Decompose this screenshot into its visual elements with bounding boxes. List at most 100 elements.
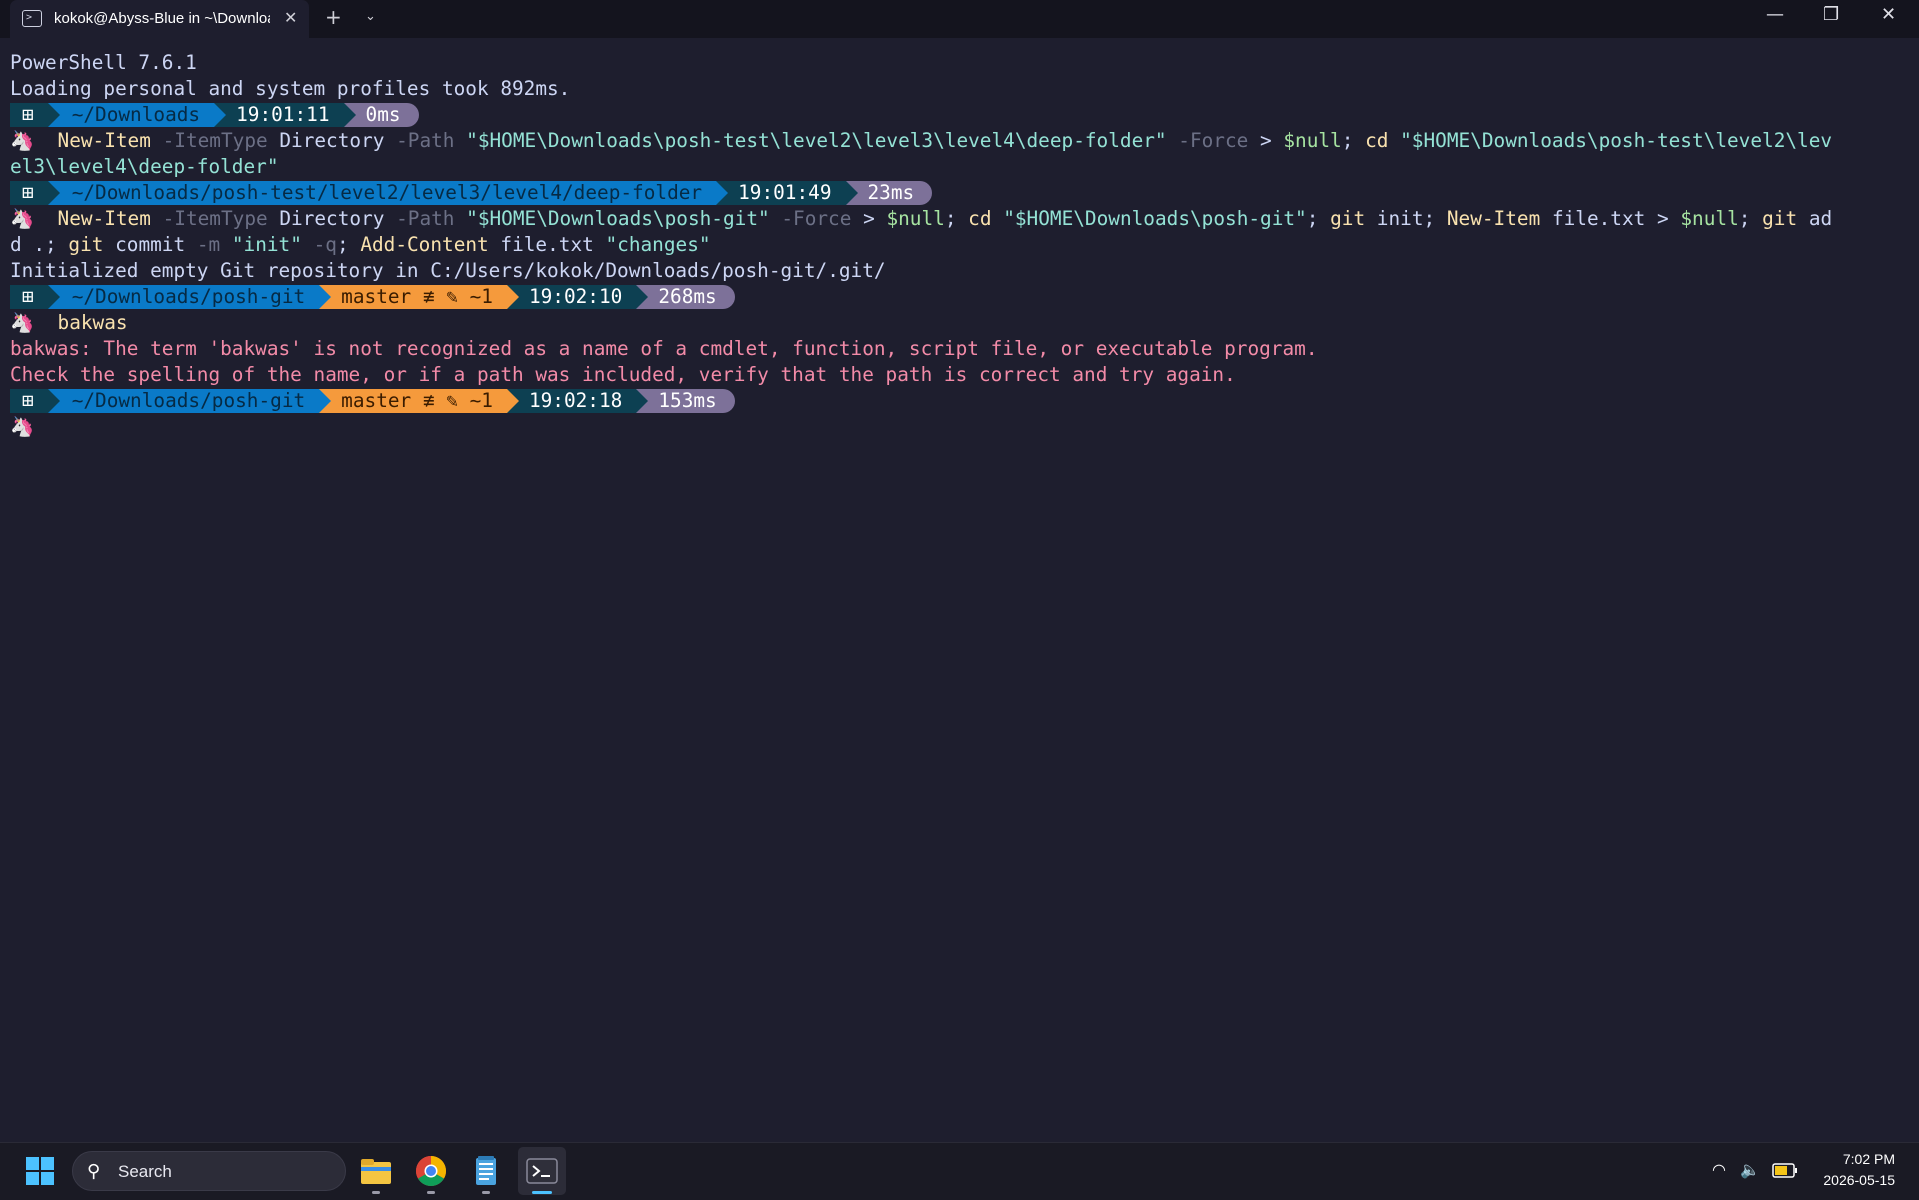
cmd-token: git (1330, 207, 1366, 230)
cmd-token: -ItemType (150, 129, 268, 152)
cmd-token: file.txt (1540, 207, 1646, 230)
command-line-wrap: el3\level4\deep-folder" (10, 154, 1910, 180)
cmd-token: init (1365, 207, 1424, 230)
search-icon: ⚲ (87, 1161, 101, 1182)
cmd-token: ; (1738, 207, 1763, 230)
taskbar: ⚲ Search ◠ 🔈 7:02 PM 2026-05-15 (0, 1142, 1919, 1200)
cmd-token: -q (301, 233, 337, 256)
volume-icon[interactable]: 🔈 (1740, 1160, 1760, 1179)
path-segment: ~/Downloads/posh-git (47, 389, 332, 413)
cmd-token: d . (10, 233, 46, 256)
terminal-icon[interactable] (524, 1153, 560, 1189)
cmd-token: -Path (384, 129, 455, 152)
prompt-line: ⊞ ~/Downloads/posh-git master ≢ ✎ ~1 19:02:… (10, 388, 1910, 414)
time-segment: 19:02:10 (506, 285, 649, 309)
cmd-token: ; (1306, 207, 1331, 230)
cmd-token: ; (1341, 129, 1366, 152)
title-bar: > kokok@Abyss-Blue in ~\Downloads\posh-g… (0, 0, 1919, 38)
cmd-token: Add-Content (360, 233, 489, 256)
clock-time[interactable]: 7:02 PM (1843, 1151, 1895, 1167)
prompt-line: ⊞ ~/Downloads/posh-git master ≢ ✎ ~1 19:02:… (10, 284, 1910, 310)
cmd-token: -ItemType (150, 207, 268, 230)
banner-version: PowerShell 7.6.1 (10, 51, 197, 74)
windows-os-icon: ⊞ (10, 181, 60, 205)
error-message: bakwas: The term 'bakwas' is not recogni… (10, 337, 1318, 360)
git-branch-segment: master ≢ ✎ ~1 (319, 389, 519, 413)
tab-close-icon[interactable]: ✕ (284, 8, 297, 27)
close-button[interactable]: ✕ (1881, 4, 1896, 25)
running-indicator (482, 1191, 490, 1194)
running-indicator (427, 1191, 435, 1194)
cmd-token: $null (1283, 129, 1342, 152)
time-segment: 19:01:49 (716, 181, 858, 205)
exec-time-segment: 153ms (636, 389, 735, 413)
cmd-token: ; (1423, 207, 1447, 230)
path-segment: ~/Downloads/posh-git (47, 285, 332, 309)
command-line: 🦄 New-Item -ItemType Directory -Path "$H… (10, 128, 1910, 154)
cmd-token: > (851, 207, 887, 230)
windows-os-icon: ⊞ (10, 285, 60, 309)
cmd-token: New-Item (1446, 207, 1541, 230)
cmd-token: git (68, 233, 104, 256)
cmd-token: "$HOME\Downloads\posh-git" (991, 207, 1307, 230)
cmd-token: git (1762, 207, 1798, 230)
cmd-token: -Path (384, 207, 455, 230)
cmd-token: Directory (267, 129, 385, 152)
cmd-token: ; (944, 207, 969, 230)
start-windows-icon[interactable] (26, 1157, 54, 1185)
unicorn-icon: 🦄 (10, 129, 35, 152)
cmd-token: "$HOME\Downloads\posh-git" (454, 207, 770, 230)
running-indicator (372, 1191, 380, 1194)
path-segment: ~/Downloads (47, 103, 227, 127)
cmd-token: Directory (267, 207, 385, 230)
cmd-token: > (1645, 207, 1681, 230)
cmd-token: file.txt (488, 233, 594, 256)
banner-profiles: Loading personal and system profiles too… (10, 77, 571, 100)
cmd-token: New-Item (57, 129, 151, 152)
active-prompt-line[interactable]: 🦄 (10, 414, 1910, 440)
cmd-token: cd (1365, 129, 1389, 152)
cmd-token: New-Item (57, 207, 151, 230)
exec-time-segment: 23ms (845, 181, 933, 205)
wifi-icon[interactable]: ◠ (1712, 1160, 1726, 1179)
cmd-token: ; (45, 233, 69, 256)
battery-icon[interactable] (1772, 1163, 1798, 1178)
clock-date[interactable]: 2026-05-15 (1823, 1172, 1895, 1188)
command-line: 🦄 bakwas (10, 310, 1910, 336)
new-tab-button[interactable]: + (325, 5, 342, 29)
cmd-token: $null (1680, 207, 1739, 230)
windows-os-icon: ⊞ (10, 389, 60, 413)
git-branch-segment: master ≢ ✎ ~1 (319, 285, 519, 309)
cmd-token: -m (185, 233, 221, 256)
powershell-icon: > (22, 10, 42, 27)
cmd-token: "changes" (593, 233, 711, 256)
cmd-token: -Force (769, 207, 852, 230)
cmd-token: el3\level4\deep-folder" (10, 155, 279, 178)
chrome-icon[interactable] (413, 1153, 449, 1189)
time-segment: 19:01:11 (214, 103, 356, 127)
search-placeholder: Search (118, 1162, 172, 1181)
cmd-token: ; (336, 233, 361, 256)
terminal-tab[interactable]: > kokok@Abyss-Blue in ~\Downloads\posh-g… (10, 0, 309, 38)
error-hint: Check the spelling of the name, or if a … (10, 363, 1236, 386)
exec-time-segment: 268ms (636, 285, 735, 309)
unicorn-icon: 🦄 (10, 207, 35, 230)
terminal-output[interactable]: PowerShell 7.6.1 Loading personal and sy… (10, 50, 1910, 440)
cmd-token: cd (968, 207, 992, 230)
cmd-token: "$HOME\Downloads\posh-test\level2\level3… (454, 129, 1167, 152)
windows-os-icon: ⊞ (10, 103, 60, 127)
taskbar-search-box[interactable]: ⚲ Search (72, 1151, 346, 1191)
notepad-icon[interactable] (468, 1153, 504, 1189)
command-line-wrap: d .; git commit -m "init" -q; Add-Conten… (10, 232, 1910, 258)
git-init-output: Initialized empty Git repository in C:/U… (10, 259, 886, 282)
cmd-token: commit (103, 233, 186, 256)
file-explorer-icon[interactable] (358, 1153, 394, 1189)
tab-dropdown-button[interactable]: ⌄ (365, 9, 376, 24)
cmd-token: "init" (220, 233, 302, 256)
active-indicator (532, 1191, 552, 1194)
cmd-token: "$HOME\Downloads\posh-test\level2\lev (1388, 129, 1833, 152)
minimize-button[interactable]: — (1766, 4, 1784, 25)
prompt-line: ⊞ ~/Downloads/posh-test/level2/level3/lev… (10, 180, 1910, 206)
restore-button[interactable]: ❐ (1823, 4, 1839, 25)
cmd-token: bakwas (57, 311, 128, 334)
